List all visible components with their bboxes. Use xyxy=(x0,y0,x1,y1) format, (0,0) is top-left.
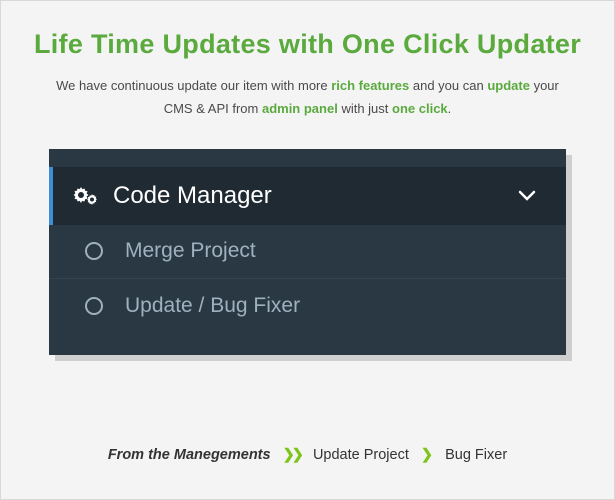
menu-panel: Code Manager Merge Project Update / Bug … xyxy=(49,149,566,355)
subtitle-text: We have continuous update our item with … xyxy=(56,78,331,93)
menu-item-label: Merge Project xyxy=(125,239,256,263)
subtitle-highlight: one click xyxy=(392,101,448,116)
subtitle-highlight: admin panel xyxy=(262,101,338,116)
breadcrumb: From the Manegements ❯❯ Update Project ❯… xyxy=(1,447,614,463)
breadcrumb-step: Bug Fixer xyxy=(445,447,507,463)
subtitle-text: with just xyxy=(338,101,392,116)
menu-header-label: Code Manager xyxy=(113,182,518,210)
gears-icon xyxy=(71,185,99,207)
subtitle-text: and you can xyxy=(409,78,487,93)
chevron-down-icon xyxy=(518,190,536,202)
breadcrumb-from: From the Manegements xyxy=(108,447,271,463)
breadcrumb-step: Update Project xyxy=(313,447,409,463)
menu-item-update-bug-fixer[interactable]: Update / Bug Fixer xyxy=(49,279,566,333)
chevron-right-icon: ❯ xyxy=(421,447,433,463)
circle-icon xyxy=(85,297,103,315)
menu-item-label: Update / Bug Fixer xyxy=(125,294,300,318)
subtitle-highlight: update xyxy=(487,78,530,93)
page-title: Life Time Updates with One Click Updater xyxy=(1,1,614,60)
menu-header-code-manager[interactable]: Code Manager xyxy=(49,167,566,225)
circle-icon xyxy=(85,242,103,260)
subtitle-highlight: rich features xyxy=(331,78,409,93)
double-chevron-icon: ❯❯ xyxy=(283,447,301,463)
subtitle-text: . xyxy=(448,101,452,116)
subtitle: We have continuous update our item with … xyxy=(1,60,614,121)
menu-item-merge-project[interactable]: Merge Project xyxy=(49,225,566,279)
